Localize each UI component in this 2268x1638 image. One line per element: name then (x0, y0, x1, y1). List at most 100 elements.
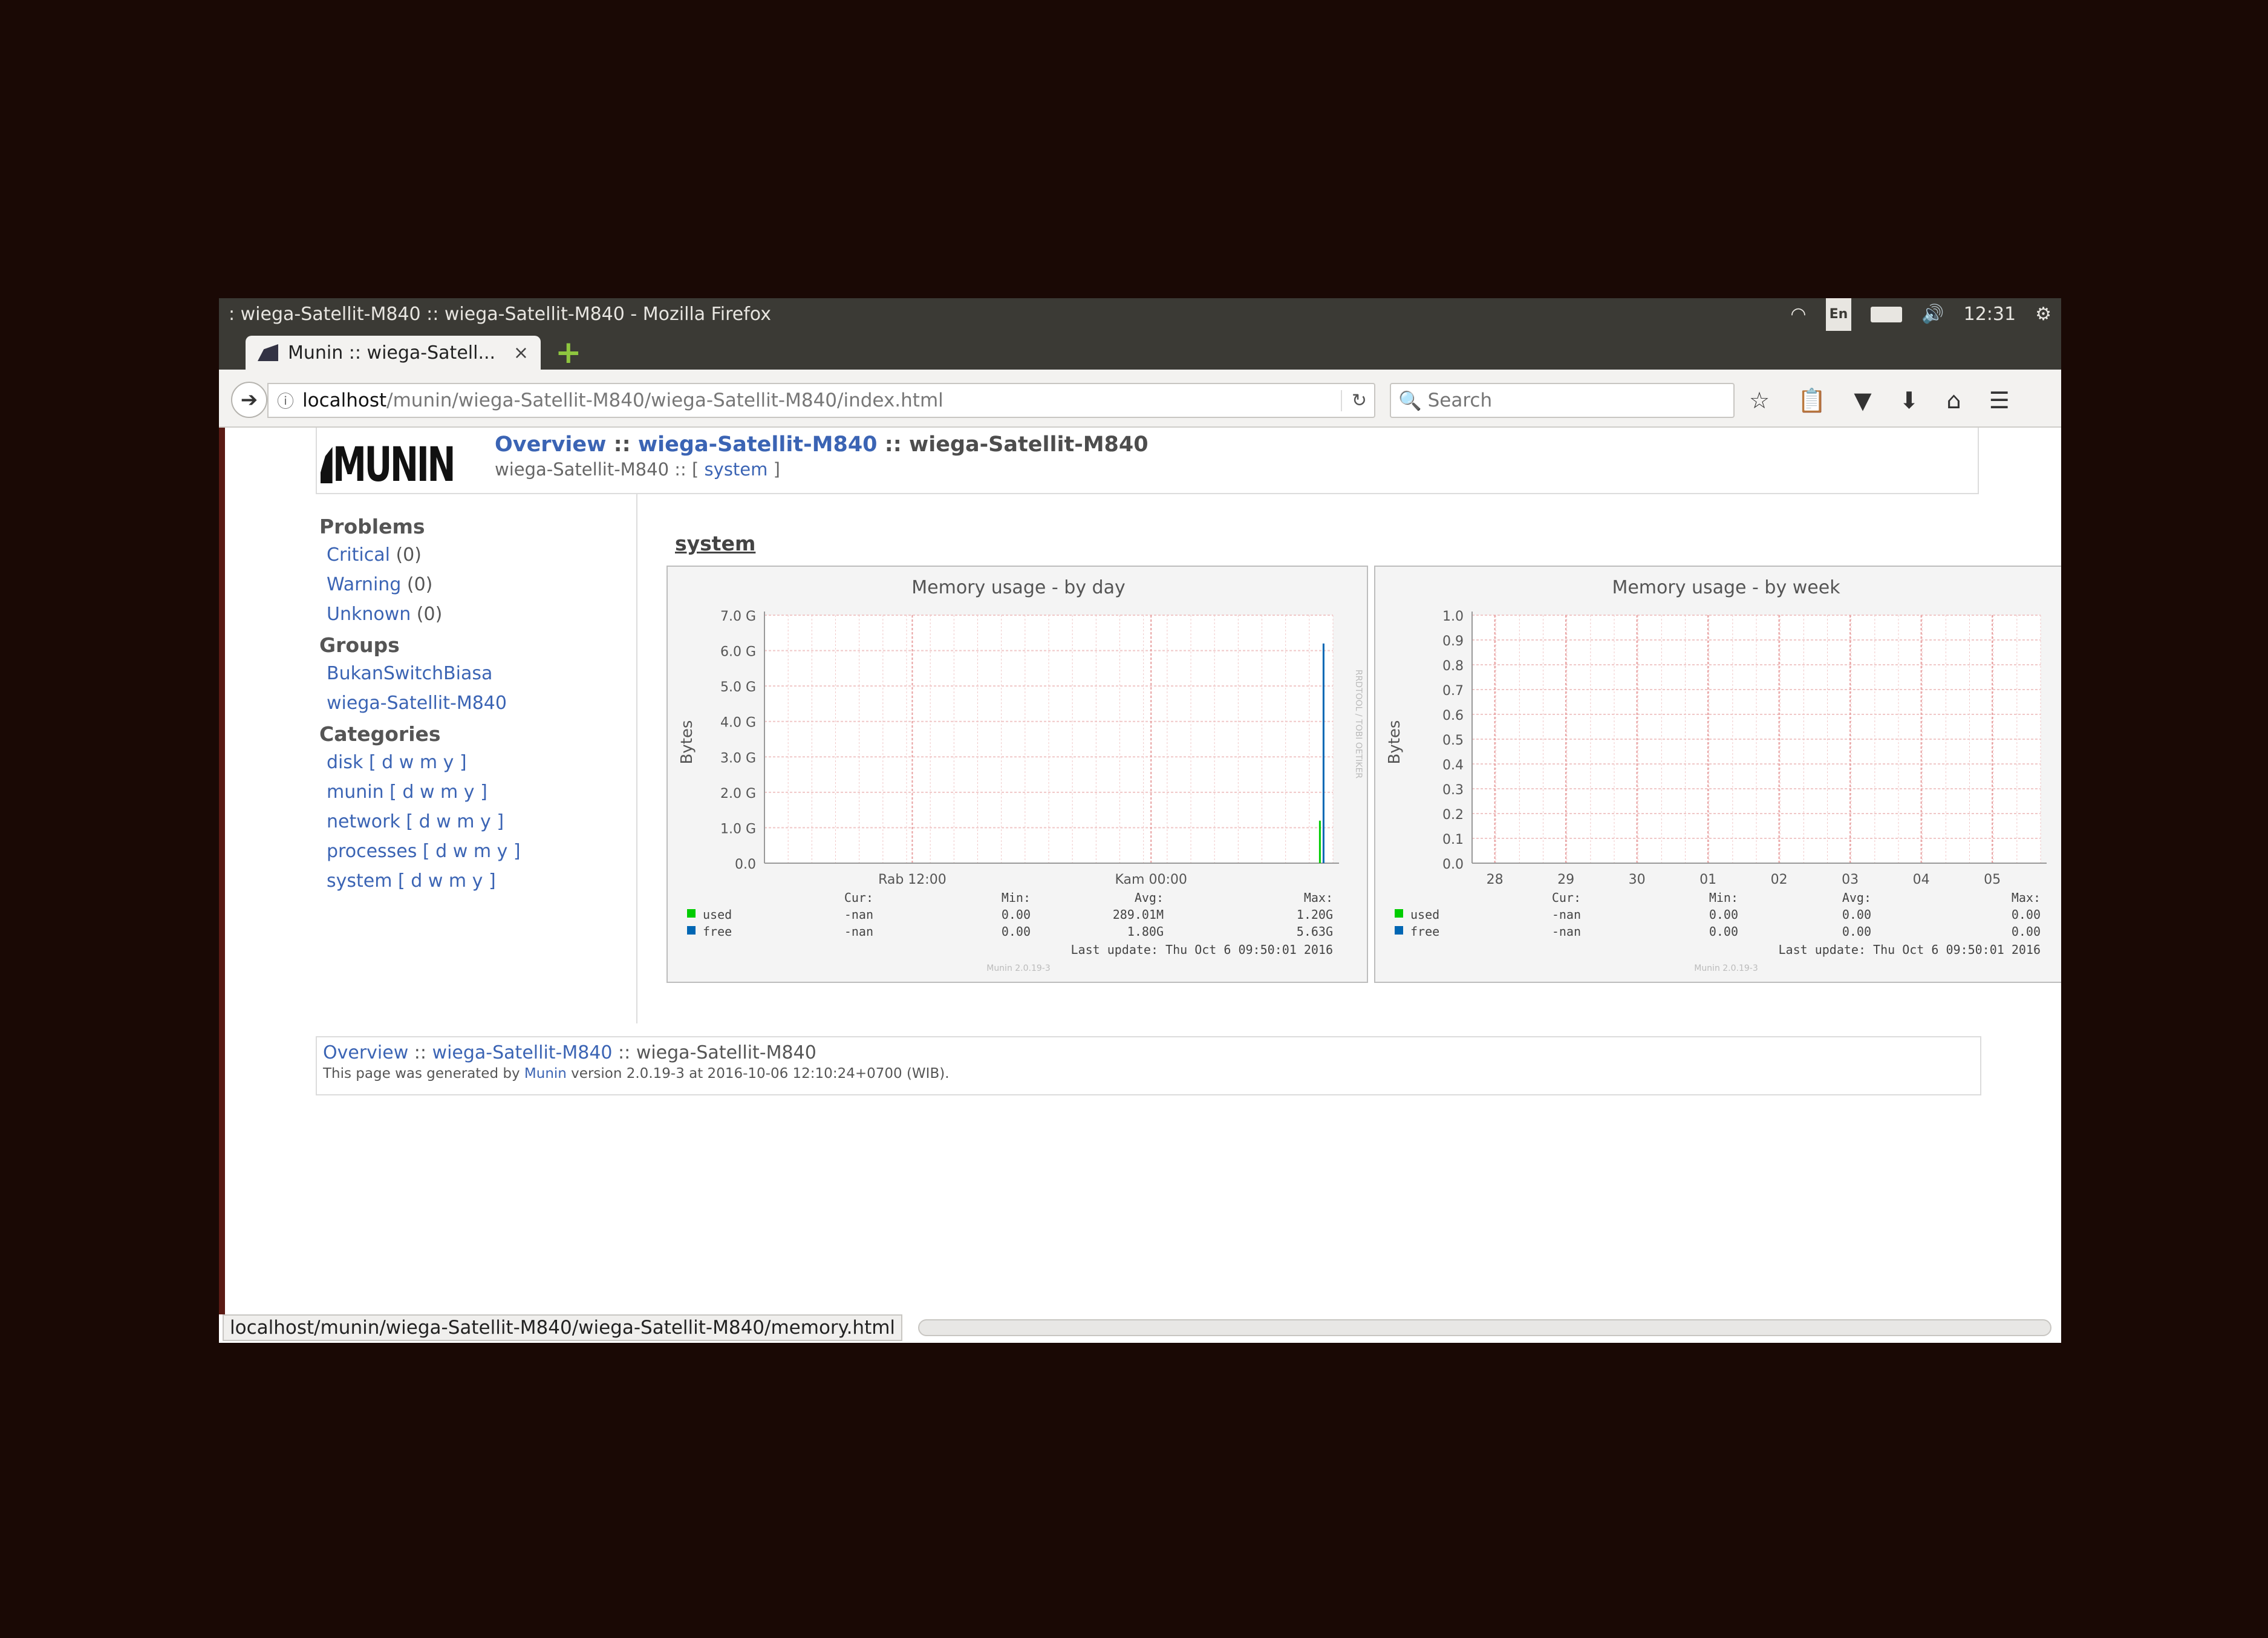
problem-critical-link[interactable]: Critical (327, 544, 390, 566)
crumb-group-link[interactable]: wiega-Satellit-M840 (638, 432, 878, 457)
legend-value: 0.00 (1709, 924, 1738, 939)
close-tab-icon[interactable]: × (513, 342, 529, 364)
keyboard-layout-indicator[interactable]: En (1825, 298, 1852, 333)
sidebar: Problems Critical (0) Warning (0) Unknow… (316, 494, 637, 1023)
category-periods[interactable]: [ d w m y ] (389, 781, 487, 803)
category-link[interactable]: system (327, 870, 392, 892)
category-periods[interactable]: [ d w m y ] (423, 841, 521, 862)
clock[interactable]: 12:31 (1964, 298, 2016, 331)
x-tick-label: 02 (1771, 872, 1788, 887)
page-footer: Overview :: wiega-Satellit-M840 :: wiega… (316, 1036, 1981, 1095)
group-link-bukanswitchbiasa[interactable]: BukanSwitchBiasa (327, 663, 492, 684)
tab-strip: Munin :: wiega-Satell... × + (219, 331, 2061, 370)
munin-link[interactable]: Munin (524, 1066, 567, 1082)
group-link-wiega[interactable]: wiega-Satellit-M840 (327, 693, 507, 714)
legend-header: Avg: (1842, 890, 1871, 905)
y-tick-label: 1.0 (1442, 609, 1464, 624)
bookmark-star-icon[interactable]: ☆ (1749, 387, 1770, 414)
reload-icon[interactable]: ↻ (1340, 390, 1367, 411)
munin-header: MUNIN Overview :: wiega-Satellit-M840 ::… (316, 428, 1979, 494)
category-periods[interactable]: [ d w m y ] (398, 870, 496, 892)
y-tick-label: 0.8 (1442, 659, 1464, 674)
tab-label: Munin :: wiega-Satell... (288, 342, 496, 364)
x-tick-label: 05 (1984, 872, 2001, 887)
site-info-icon[interactable]: ⓘ (269, 388, 302, 413)
x-tick-label: Rab 12:00 (878, 872, 947, 887)
y-tick-label: 7.0 G (720, 609, 756, 624)
pocket-icon[interactable]: ▼ (1854, 387, 1871, 414)
group-item: wiega-Satellit-M840 (327, 693, 636, 714)
toolbar-icons: ☆ 📋 ▼ ⬇ ⌂ ☰ (1749, 383, 2010, 418)
category-periods[interactable]: [ d w m y ] (406, 811, 504, 832)
y-tick-label: 5.0 G (720, 680, 756, 695)
volume-icon[interactable]: 🔊 (1921, 298, 1944, 331)
x-tick-label: 30 (1629, 872, 1646, 887)
legend-value: 289.01M (1113, 907, 1164, 922)
group-item: BukanSwitchBiasa (327, 663, 636, 684)
menu-icon[interactable]: ☰ (1989, 387, 2010, 414)
download-icon[interactable]: ⬇ (1900, 387, 1919, 414)
wifi-icon[interactable]: ◠ (1790, 298, 1806, 331)
sub-category-link[interactable]: system (705, 459, 768, 480)
category-periods[interactable]: [ d w m y ] (369, 752, 467, 773)
memory-day-graph[interactable]: Memory usage - by day Bytes RRDTOOL / TOBI… (666, 566, 1368, 983)
settings-gear-icon[interactable]: ⚙ (2035, 298, 2051, 331)
battery-icon[interactable] (1871, 307, 1903, 322)
horizontal-scrollbar[interactable] (918, 1319, 2051, 1336)
footer-gen-prefix: This page was generated by (323, 1066, 524, 1082)
category-munin: munin [ d w m y ] (327, 781, 636, 803)
groups-heading: Groups (319, 633, 400, 657)
clipboard-icon[interactable]: 📋 (1797, 387, 1826, 414)
footer-overview-link[interactable]: Overview (323, 1042, 408, 1063)
munin-logo[interactable]: MUNIN (321, 438, 484, 492)
category-link[interactable]: processes (327, 841, 417, 862)
crumb-sep: :: (877, 432, 909, 457)
back-button[interactable]: ➔ (231, 382, 267, 418)
problem-unknown-link[interactable]: Unknown (327, 604, 411, 625)
categories-heading: Categories (319, 722, 441, 746)
search-input[interactable] (1427, 390, 1718, 411)
category-link[interactable]: network (327, 811, 400, 832)
crumb-overview-link[interactable]: Overview (495, 432, 606, 457)
legend-value: 0.00 (1842, 907, 1871, 922)
y-tick-label: 0.0 (735, 857, 756, 872)
new-tab-button[interactable]: + (555, 337, 582, 368)
y-axis-label: Bytes (678, 720, 696, 765)
search-box[interactable]: 🔍 (1390, 383, 1735, 418)
status-bar: localhost/munin/wiega-Satellit-M840/wieg… (219, 1314, 2061, 1343)
category-network: network [ d w m y ] (327, 811, 636, 832)
legend-value: -nan (1552, 907, 1581, 922)
x-tick-label: 28 (1487, 872, 1504, 887)
page-content: MUNIN Overview :: wiega-Satellit-M840 ::… (225, 428, 2061, 1323)
memory-week-graph[interactable]: Memory usage - by week Bytes RRDTOOL / TOB… (1374, 566, 2061, 983)
category-link[interactable]: munin (327, 781, 384, 803)
search-icon: 🔍 (1398, 390, 1422, 412)
url-bar[interactable]: ⓘ localhost/munin/wiega-Satellit-M840/wi… (267, 383, 1375, 418)
footer-gen-suffix: version 2.0.19-3 at 2016-10-06 12:10:24+… (566, 1066, 950, 1082)
footer-group-link[interactable]: wiega-Satellit-M840 (432, 1042, 613, 1063)
munin-version-label: Munin 2.0.19-3 (1694, 964, 1758, 973)
y-axis-label: Bytes (1386, 720, 1404, 765)
tab-munin[interactable]: Munin :: wiega-Satell... × (246, 336, 541, 370)
category-link[interactable]: disk (327, 752, 363, 773)
problem-warning-link[interactable]: Warning (327, 574, 401, 595)
legend-header: Cur: (1552, 890, 1581, 905)
footer-breadcrumb: Overview :: wiega-Satellit-M840 :: wiega… (323, 1042, 1974, 1063)
home-icon[interactable]: ⌂ (1946, 387, 1961, 414)
y-tick-label: 0.0 (1442, 857, 1464, 872)
legend-header: Avg: (1135, 890, 1164, 905)
y-tick-label: 2.0 G (720, 786, 756, 801)
category-processes: processes [ d w m y ] (327, 841, 636, 862)
legend-value: 1.20G (1297, 907, 1333, 922)
legend-series-name: free (703, 924, 732, 939)
legend-value: 0.00 (1002, 907, 1031, 922)
y-tick-label: 0.2 (1442, 808, 1464, 823)
chart-title: Memory usage - by week (1612, 577, 1840, 598)
y-tick-label: 0.9 (1442, 634, 1464, 649)
problem-count: (0) (411, 604, 443, 625)
category-title[interactable]: system (675, 532, 755, 555)
memory-week-chart: Memory usage - by weekBytes RRDTOOL / TOB… (1386, 577, 2047, 973)
problem-warning: Warning (0) (327, 574, 636, 595)
y-tick-label: 3.0 G (720, 751, 756, 766)
last-update: Last update: Thu Oct 6 09:50:01 2016 (1779, 942, 2041, 957)
